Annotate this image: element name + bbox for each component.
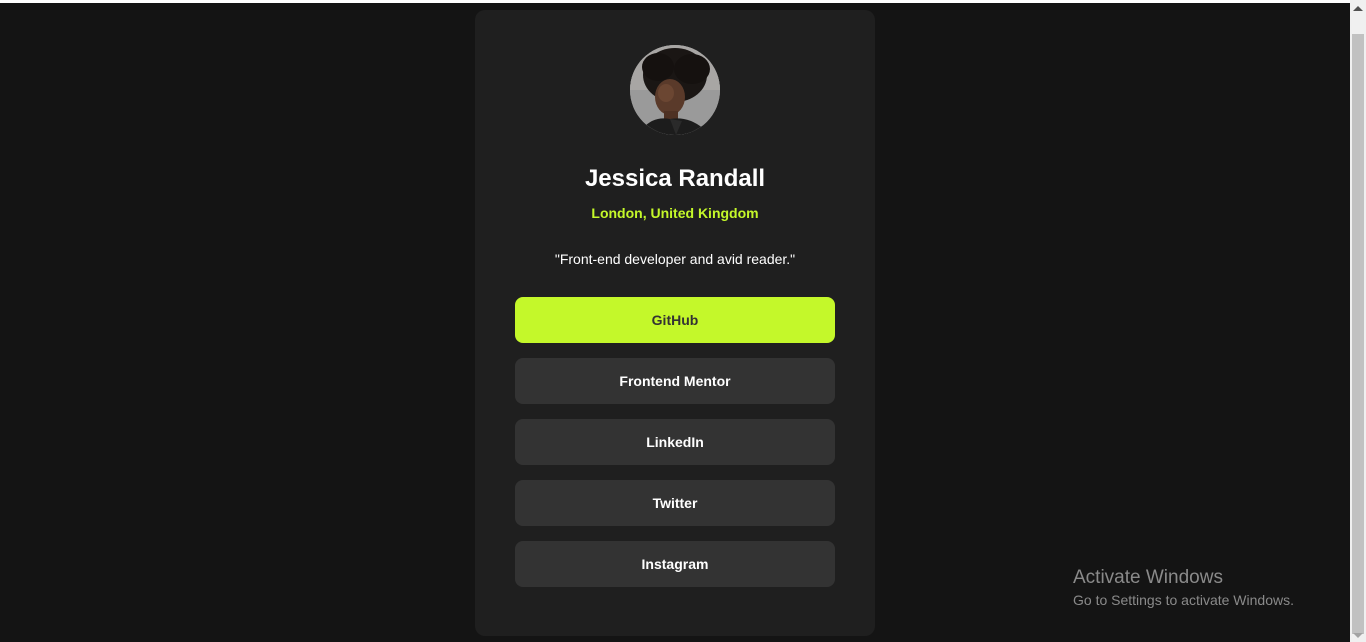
scroll-up-arrow-icon[interactable] (1353, 6, 1363, 11)
social-links: GitHub Frontend Mentor LinkedIn Twitter … (515, 297, 835, 602)
profile-card: Jessica Randall London, United Kingdom "… (475, 10, 875, 636)
avatar-photo (630, 45, 720, 135)
profile-bio: "Front-end developer and avid reader." (554, 251, 796, 267)
instagram-link-button[interactable]: Instagram (515, 541, 835, 587)
activate-windows-watermark: Activate Windows Go to Settings to activ… (1073, 567, 1294, 611)
profile-name: Jessica Randall (584, 165, 766, 192)
frontend-mentor-link-button[interactable]: Frontend Mentor (515, 358, 835, 404)
twitter-link-button[interactable]: Twitter (515, 480, 835, 526)
vertical-scrollbar[interactable] (1350, 0, 1366, 642)
profile-location: London, United Kingdom (591, 205, 759, 221)
scroll-down-arrow-icon[interactable] (1353, 633, 1363, 638)
watermark-title: Activate Windows (1073, 567, 1223, 588)
github-link-button[interactable]: GitHub (515, 297, 835, 343)
avatar (630, 45, 720, 135)
browser-top-edge (0, 0, 1350, 3)
linkedin-link-button[interactable]: LinkedIn (515, 419, 835, 465)
watermark-subtitle: Go to Settings to activate Windows. (1073, 592, 1294, 608)
scrollbar-thumb[interactable] (1352, 34, 1364, 634)
